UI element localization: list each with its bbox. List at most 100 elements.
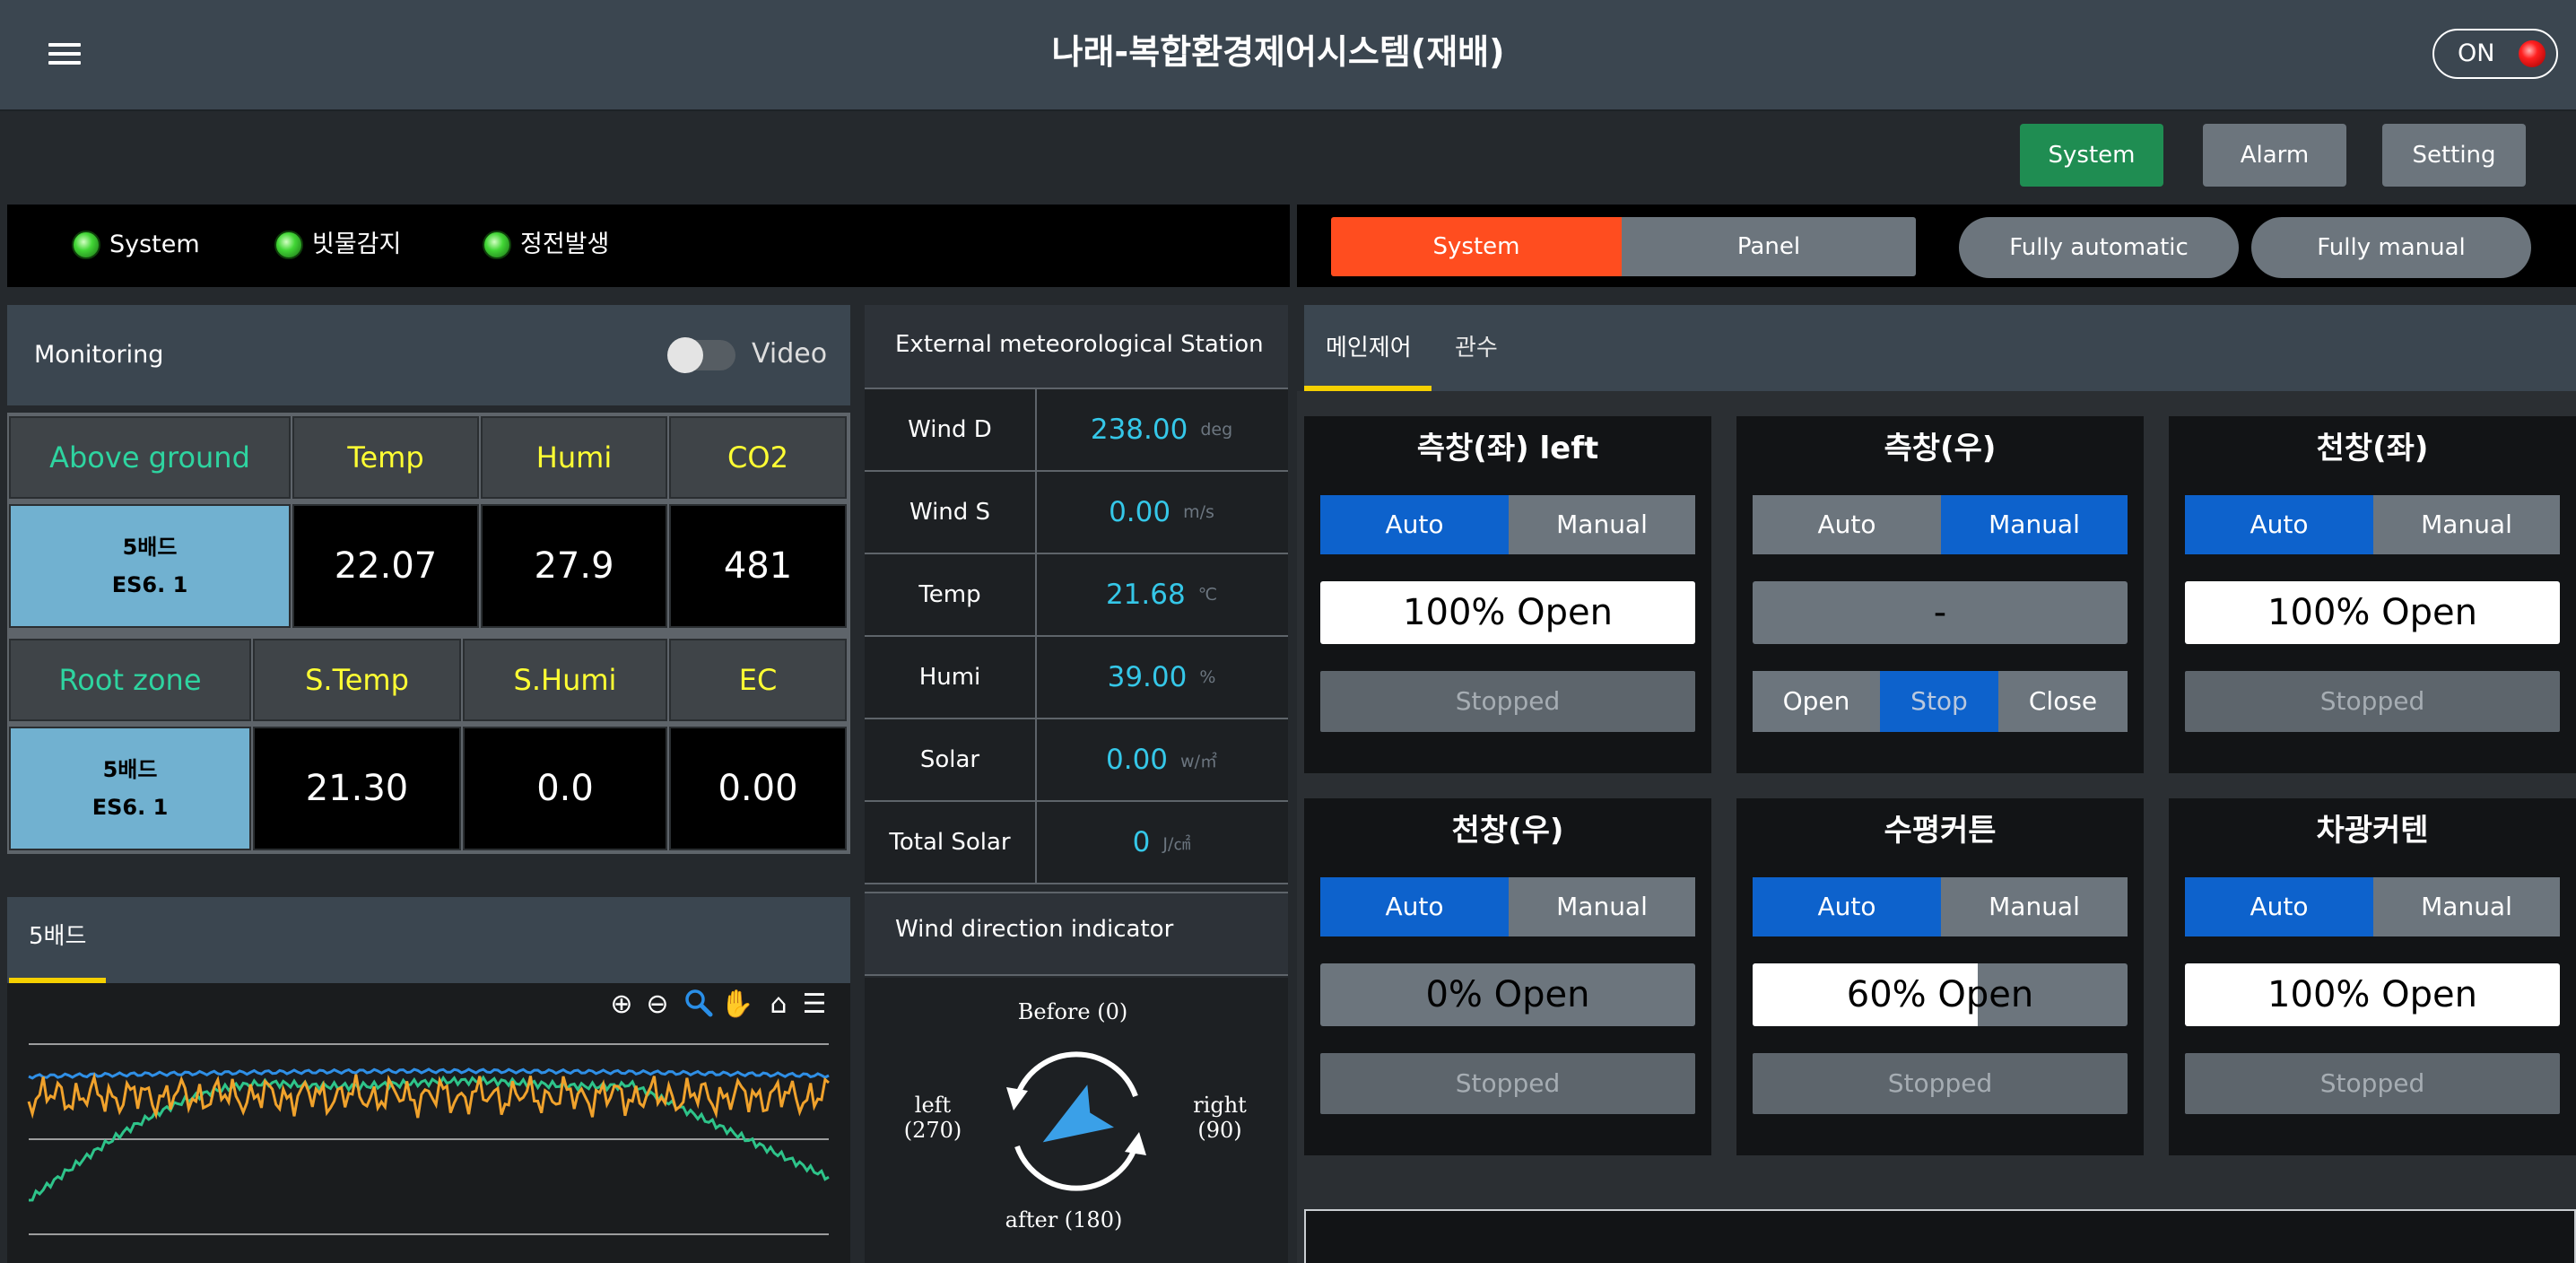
row-label: Total Solar: [865, 802, 1037, 883]
bottom-panel: [1304, 1209, 2576, 1263]
value-number: 0: [1132, 826, 1151, 858]
card-title: 측창(좌) left: [1416, 431, 1599, 466]
row-value: 21.68 ℃: [1035, 554, 1288, 635]
bed-name: 5배드: [122, 535, 178, 560]
co2-value: 481: [669, 504, 847, 628]
open-percentage-display: 100% Open: [2185, 963, 2560, 1026]
wind-right-label: right (90): [1184, 1093, 1256, 1143]
row-value: 39.00%: [1035, 637, 1288, 718]
auto-button[interactable]: Auto: [2185, 495, 2373, 554]
auto-button[interactable]: Auto: [1753, 495, 1941, 554]
row-value: 238.00 deg: [1035, 389, 1288, 470]
fully-automatic-button[interactable]: Fully automatic: [1959, 217, 2239, 278]
power-toggle-button[interactable]: ON: [2432, 29, 2558, 79]
external-station-title: External meteorological Station: [895, 331, 1264, 358]
manual-button[interactable]: Manual: [2373, 495, 2560, 554]
zoom-out-icon[interactable]: ⊖: [640, 987, 675, 1023]
open-percentage-text: 60% Open: [1846, 974, 2034, 1015]
menu-icon[interactable]: ☰: [796, 987, 832, 1023]
auto-button[interactable]: Auto: [1753, 877, 1941, 936]
soil-temp-header: S.Temp: [253, 639, 461, 721]
tab-5bed[interactable]: 5배드: [29, 920, 86, 953]
tab-main-control[interactable]: 메인제어: [1326, 332, 1412, 364]
row-label: Temp: [865, 554, 1037, 635]
value-unit: ℃: [1197, 585, 1218, 605]
humi-value: 27.9: [481, 504, 667, 628]
row-value: 0 J/㎠: [1035, 802, 1288, 883]
fully-manual-button[interactable]: Fully manual: [2251, 217, 2531, 278]
table-row: Temp 21.68 ℃: [865, 554, 1288, 637]
stop-button[interactable]: Stop: [1880, 671, 1998, 732]
system-status-label: System: [109, 231, 200, 258]
bed-line-chart: [27, 1043, 830, 1235]
manual-button[interactable]: Manual: [1509, 495, 1695, 554]
auto-button[interactable]: Auto: [1320, 495, 1509, 554]
value-number: 0.00: [1109, 496, 1171, 528]
open-percentage-display: 100% Open: [2185, 581, 2560, 644]
row-label: Humi: [865, 637, 1037, 718]
left-text: left: [914, 1093, 952, 1118]
mode-system-button[interactable]: System: [1331, 217, 1622, 276]
wind-left-label: left (270): [897, 1093, 969, 1143]
power-label: ON: [2458, 39, 2495, 67]
system-status-led-icon: [72, 231, 100, 259]
power-failure-label: 정전발생: [520, 231, 610, 258]
value-number: 39.00: [1107, 661, 1188, 693]
table-row: Humi 39.00%: [865, 637, 1288, 719]
rain-sensor-led-icon: [274, 231, 303, 259]
value-unit: m/s: [1183, 502, 1214, 522]
tab-irrigation[interactable]: 관수: [1455, 332, 1498, 364]
bed-chart-header: [7, 897, 850, 983]
value-unit: deg: [1200, 420, 1233, 440]
row-label: Solar: [865, 719, 1037, 800]
auto-button[interactable]: Auto: [2185, 877, 2373, 936]
bed-name: 5배드: [102, 757, 158, 782]
hamburger-menu-icon[interactable]: [47, 36, 83, 72]
status-stopped: Stopped: [1320, 1053, 1695, 1114]
compass-arc-top: [1014, 1051, 1138, 1098]
temp-header: Temp: [292, 416, 479, 499]
open-percentage-display: 100% Open: [1320, 581, 1695, 644]
wind-arrow-icon: [1042, 1084, 1114, 1143]
card-title: 측창(우): [1884, 431, 1997, 466]
open-button[interactable]: Open: [1753, 671, 1880, 732]
rain-sensor-label: 빗물감지: [312, 231, 402, 258]
status-stopped: Stopped: [1320, 671, 1695, 732]
manual-button[interactable]: Manual: [1509, 877, 1695, 936]
home-icon[interactable]: ⌂: [761, 987, 796, 1023]
card-title: 천창(우): [1451, 813, 1564, 849]
above-ground-header: Above ground: [9, 416, 291, 499]
value-number: 238.00: [1090, 414, 1188, 446]
above-bed-label: 5배드 ES6. 1: [9, 504, 291, 628]
value-unit: J/㎠: [1162, 833, 1191, 854]
bed-code: ES6. 1: [111, 572, 188, 597]
selection-zoom-icon[interactable]: [680, 987, 716, 1023]
table-row: Wind D 238.00 deg: [865, 389, 1288, 472]
close-button[interactable]: Close: [1998, 671, 2128, 732]
ec-value: 0.00: [669, 727, 847, 850]
ec-header: EC: [669, 639, 847, 721]
zoom-in-icon[interactable]: ⊕: [604, 987, 640, 1023]
temp-value: 22.07: [292, 504, 479, 628]
video-toggle[interactable]: [667, 337, 735, 373]
nav-alarm-button[interactable]: Alarm: [2203, 124, 2346, 187]
nav-system-button[interactable]: System: [2020, 124, 2163, 187]
power-failure-led-icon: [483, 231, 511, 259]
value-unit: %: [1199, 667, 1216, 687]
value-number: 21.68: [1105, 579, 1186, 611]
compass-arrowhead: [1125, 1132, 1146, 1155]
mode-panel-button[interactable]: Panel: [1622, 217, 1916, 276]
auto-button[interactable]: Auto: [1320, 877, 1509, 936]
manual-button[interactable]: Manual: [2373, 877, 2560, 936]
compass-arrowhead: [1006, 1087, 1028, 1111]
root-zone-header: Root zone: [9, 639, 251, 721]
manual-button[interactable]: Manual: [1941, 877, 2128, 936]
soil-humi-header: S.Humi: [463, 639, 667, 721]
pan-icon[interactable]: ✋: [719, 987, 755, 1023]
manual-button[interactable]: Manual: [1941, 495, 2128, 554]
nav-setting-button[interactable]: Setting: [2382, 124, 2526, 187]
table-row: Solar 0.00 w/㎡: [865, 719, 1288, 802]
chart-series-orange: [27, 1072, 830, 1120]
wind-direction-compass: [1006, 1051, 1146, 1191]
video-label: Video: [752, 338, 828, 370]
